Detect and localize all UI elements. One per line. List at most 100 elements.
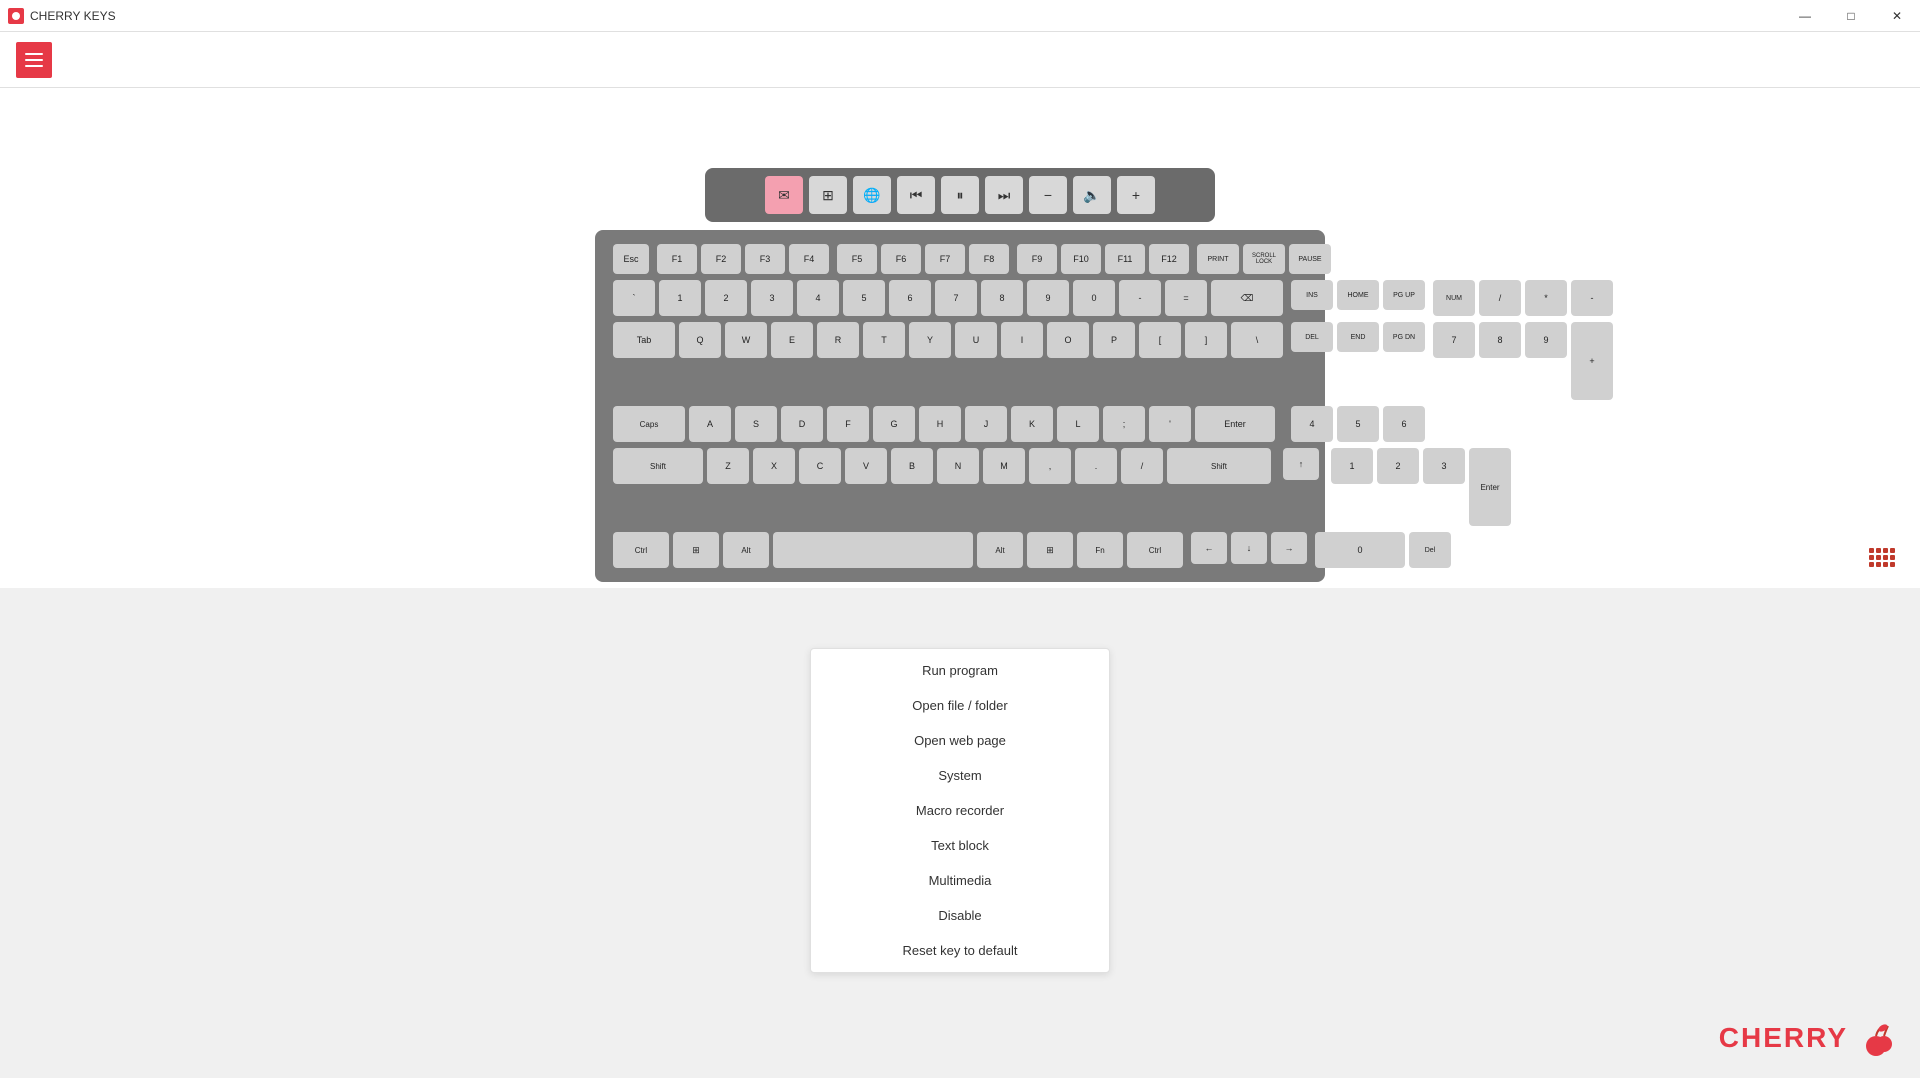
key-period[interactable]: .	[1075, 448, 1117, 484]
key-num-lock[interactable]: NUM	[1433, 280, 1475, 316]
dropdown-item-system[interactable]: System	[811, 758, 1109, 793]
key-slash[interactable]: /	[1121, 448, 1163, 484]
key-f4[interactable]: F4	[789, 244, 829, 274]
key-esc[interactable]: Esc	[613, 244, 649, 274]
key-f1[interactable]: F1	[657, 244, 697, 274]
key-caps-lock[interactable]: Caps	[613, 406, 685, 442]
key-n[interactable]: N	[937, 448, 979, 484]
cherry-logo[interactable]: CHERRY	[1719, 1018, 1896, 1058]
key-semicolon[interactable]: ;	[1103, 406, 1145, 442]
key-num4[interactable]: 4	[1291, 406, 1333, 442]
key-pgup[interactable]: PG UP	[1383, 280, 1425, 310]
media-key-email[interactable]: ✉	[765, 176, 803, 214]
key-g[interactable]: G	[873, 406, 915, 442]
key-6[interactable]: 6	[889, 280, 931, 316]
grid-icon-button[interactable]	[1864, 539, 1900, 575]
key-s[interactable]: S	[735, 406, 777, 442]
key-minus[interactable]: -	[1119, 280, 1161, 316]
key-e[interactable]: E	[771, 322, 813, 358]
dropdown-item-run-program[interactable]: Run program	[811, 653, 1109, 688]
key-enter[interactable]: Enter	[1195, 406, 1275, 442]
key-z[interactable]: Z	[707, 448, 749, 484]
key-u[interactable]: U	[955, 322, 997, 358]
media-key-browser[interactable]: 🌐	[853, 176, 891, 214]
key-fn[interactable]: Fn	[1077, 532, 1123, 568]
media-key-prev[interactable]: ⏮	[897, 176, 935, 214]
key-scroll-lock[interactable]: SCROLLLOCK	[1243, 244, 1285, 274]
key-w[interactable]: W	[725, 322, 767, 358]
key-9[interactable]: 9	[1027, 280, 1069, 316]
key-v[interactable]: V	[845, 448, 887, 484]
key-num-minus[interactable]: -	[1571, 280, 1613, 316]
key-space[interactable]	[773, 532, 973, 568]
key-c[interactable]: C	[799, 448, 841, 484]
key-backslash[interactable]: \	[1231, 322, 1283, 358]
dropdown-item-disable[interactable]: Disable	[811, 898, 1109, 933]
key-f3[interactable]: F3	[745, 244, 785, 274]
key-num-plus[interactable]: +	[1571, 322, 1613, 400]
key-right-win[interactable]: ⊞	[1027, 532, 1073, 568]
key-num1[interactable]: 1	[1331, 448, 1373, 484]
menu-button[interactable]	[16, 42, 52, 78]
key-1[interactable]: 1	[659, 280, 701, 316]
key-num-slash[interactable]: /	[1479, 280, 1521, 316]
key-8[interactable]: 8	[981, 280, 1023, 316]
key-pgdn[interactable]: PG DN	[1383, 322, 1425, 352]
key-tab[interactable]: Tab	[613, 322, 675, 358]
key-end[interactable]: END	[1337, 322, 1379, 352]
media-key-voldown[interactable]: 🔈	[1073, 176, 1111, 214]
key-o[interactable]: O	[1047, 322, 1089, 358]
key-f8[interactable]: F8	[969, 244, 1009, 274]
media-key-volup[interactable]: +	[1117, 176, 1155, 214]
key-pause[interactable]: PAUSE	[1289, 244, 1331, 274]
key-right-alt[interactable]: Alt	[977, 532, 1023, 568]
key-insert[interactable]: INS	[1291, 280, 1333, 310]
key-num-star[interactable]: *	[1525, 280, 1567, 316]
dropdown-item-text-block[interactable]: Text block	[811, 828, 1109, 863]
key-num9[interactable]: 9	[1525, 322, 1567, 358]
key-num3[interactable]: 3	[1423, 448, 1465, 484]
media-key-playpause[interactable]: ⏸	[941, 176, 979, 214]
key-b[interactable]: B	[891, 448, 933, 484]
key-a[interactable]: A	[689, 406, 731, 442]
key-backtick[interactable]: `	[613, 280, 655, 316]
key-f2[interactable]: F2	[701, 244, 741, 274]
key-num-del[interactable]: Del	[1409, 532, 1451, 568]
key-quote[interactable]: '	[1149, 406, 1191, 442]
key-x[interactable]: X	[753, 448, 795, 484]
key-m[interactable]: M	[983, 448, 1025, 484]
minimize-button[interactable]: —	[1782, 0, 1828, 32]
key-num0[interactable]: 0	[1315, 532, 1405, 568]
key-right-ctrl[interactable]: Ctrl	[1127, 532, 1183, 568]
key-arrow-right[interactable]: →	[1271, 532, 1307, 564]
key-k[interactable]: K	[1011, 406, 1053, 442]
key-right-shift[interactable]: Shift	[1167, 448, 1271, 484]
key-f5[interactable]: F5	[837, 244, 877, 274]
key-comma[interactable]: ,	[1029, 448, 1071, 484]
key-7[interactable]: 7	[935, 280, 977, 316]
key-arrow-left[interactable]: ←	[1191, 532, 1227, 564]
dropdown-item-reset[interactable]: Reset key to default	[811, 933, 1109, 968]
key-4[interactable]: 4	[797, 280, 839, 316]
key-f11[interactable]: F11	[1105, 244, 1145, 274]
key-h[interactable]: H	[919, 406, 961, 442]
key-q[interactable]: Q	[679, 322, 721, 358]
dropdown-item-open-web[interactable]: Open web page	[811, 723, 1109, 758]
key-f[interactable]: F	[827, 406, 869, 442]
key-j[interactable]: J	[965, 406, 1007, 442]
key-equals[interactable]: =	[1165, 280, 1207, 316]
key-num2[interactable]: 2	[1377, 448, 1419, 484]
media-key-mute[interactable]: −	[1029, 176, 1067, 214]
key-left-win[interactable]: ⊞	[673, 532, 719, 568]
key-l[interactable]: L	[1057, 406, 1099, 442]
key-home[interactable]: HOME	[1337, 280, 1379, 310]
key-num-enter[interactable]: Enter	[1469, 448, 1511, 526]
key-num8[interactable]: 8	[1479, 322, 1521, 358]
key-num6[interactable]: 6	[1383, 406, 1425, 442]
key-num7[interactable]: 7	[1433, 322, 1475, 358]
key-num5[interactable]: 5	[1337, 406, 1379, 442]
key-f12[interactable]: F12	[1149, 244, 1189, 274]
key-d[interactable]: D	[781, 406, 823, 442]
key-left-alt[interactable]: Alt	[723, 532, 769, 568]
key-0[interactable]: 0	[1073, 280, 1115, 316]
